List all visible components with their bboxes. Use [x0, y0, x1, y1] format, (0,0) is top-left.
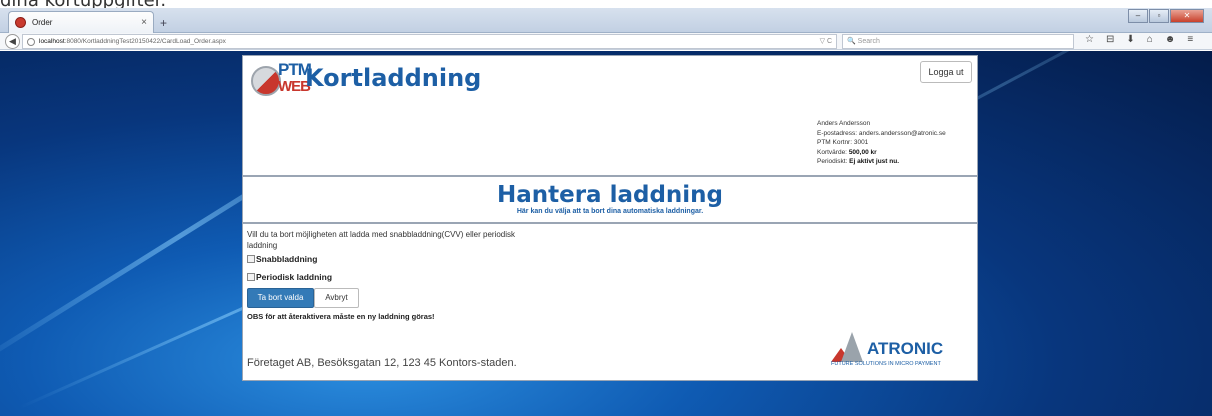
- window-controls: – ▫ ✕: [1128, 9, 1204, 23]
- browser-tab-bar: Order × + – ▫ ✕: [0, 8, 1212, 33]
- favicon-icon: [15, 17, 26, 28]
- page-subtitle: Här kan du välja att ta bort dina automa…: [516, 208, 704, 215]
- quick-load-checkbox[interactable]: [247, 255, 255, 263]
- logout-button[interactable]: Logga ut: [920, 61, 972, 83]
- content-panel: Vill du ta bort möjligheten att ladda me…: [242, 223, 978, 381]
- periodic-load-checkbox-row[interactable]: Periodisk laddning: [247, 272, 332, 282]
- question-text: Vill du ta bort möjligheten att ladda me…: [247, 230, 516, 250]
- ptm-web-logo: PTM WEB: [251, 60, 312, 98]
- periodic-load-checkbox[interactable]: [247, 273, 255, 281]
- browser-nav-bar: ◀ localhost:8080/KortladdningTest2015042…: [0, 33, 1212, 50]
- cancel-button[interactable]: Avbryt: [314, 288, 359, 308]
- tab-title: Order: [32, 18, 53, 27]
- home-icon[interactable]: ⌂: [1147, 34, 1153, 45]
- user-periodic: Periodiskt: Ej aktivt just nu.: [817, 158, 900, 165]
- user-cardnr: PTM Kortnr: 3001: [817, 139, 869, 146]
- maximize-button[interactable]: ▫: [1149, 9, 1169, 23]
- url-text: localhost:8080/KortladdningTest20150422/…: [39, 38, 226, 45]
- user-card-value: Kortvärde: 500,00 kr: [817, 148, 877, 156]
- globe-icon: [27, 37, 35, 46]
- page-title: Hantera laddning: [496, 182, 724, 208]
- obs-notice: OBS för att återaktivera måste en ny lad…: [247, 312, 435, 321]
- remove-selected-button[interactable]: Ta bort valda: [247, 288, 314, 308]
- user-name: Anders Andersson: [817, 120, 871, 127]
- atronic-logo: ATRONIC FUTURE SOLUTIONS IN MICRO PAYMEN…: [831, 330, 971, 370]
- close-window-button[interactable]: ✕: [1170, 9, 1204, 23]
- address-bar[interactable]: localhost:8080/KortladdningTest20150422/…: [22, 34, 837, 49]
- chat-icon[interactable]: ☻: [1165, 34, 1176, 45]
- user-email: E-postadress: anders.andersson@atronic.s…: [817, 129, 946, 137]
- ptm-logo-icon: [251, 66, 281, 96]
- periodic-load-label: Periodisk laddning: [256, 272, 333, 282]
- brand-title: Kortladdning: [305, 64, 482, 92]
- atronic-tagline: FUTURE SOLUTIONS IN MICRO PAYMENT: [831, 361, 941, 367]
- atronic-grey-triangle-icon: [841, 332, 863, 362]
- footer-address: Företaget AB, Besöksgatan 12, 123 45 Kon…: [247, 357, 517, 369]
- user-info: Anders Andersson E-postadress: anders.an…: [817, 119, 946, 167]
- bookmark-star-icon[interactable]: ☆: [1085, 34, 1094, 45]
- atronic-name: ATRONIC: [867, 339, 944, 358]
- reload-icon[interactable]: ▽ C: [820, 37, 832, 45]
- quick-load-label: Snabbladdning: [256, 254, 318, 264]
- new-tab-button[interactable]: +: [160, 16, 167, 30]
- tab-close-icon[interactable]: ×: [141, 17, 147, 28]
- title-panel: Hantera laddning Här kan du välja att ta…: [242, 176, 978, 223]
- browser-tab[interactable]: Order ×: [8, 11, 154, 33]
- page-viewport: PTM WEB Kortladdning Logga ut Anders And…: [0, 51, 1212, 416]
- toolbar-icons: ☆ ⊟ ⬇ ⌂ ☻ ≡: [1085, 34, 1193, 45]
- menu-icon[interactable]: ≡: [1187, 34, 1193, 45]
- quick-load-checkbox-row[interactable]: Snabbladdning: [247, 254, 317, 264]
- bookmarks-list-icon[interactable]: ⊟: [1106, 34, 1114, 45]
- downloads-icon[interactable]: ⬇: [1126, 34, 1134, 45]
- search-input[interactable]: 🔍 Search: [842, 34, 1074, 49]
- minimize-button[interactable]: –: [1128, 9, 1148, 23]
- back-button[interactable]: ◀: [5, 34, 20, 49]
- header-panel: PTM WEB Kortladdning Logga ut Anders And…: [242, 55, 978, 176]
